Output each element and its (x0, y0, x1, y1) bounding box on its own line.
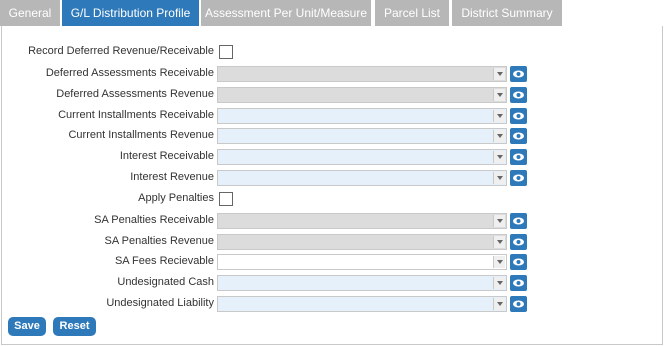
reset-button[interactable]: Reset (53, 317, 96, 336)
tab-bar: General G/L Distribution Profile Assessm… (0, 0, 664, 26)
row-undesignated-cash: Undesignated Cash (0, 275, 664, 291)
eye-icon[interactable] (510, 87, 527, 103)
eye-icon[interactable] (510, 275, 527, 291)
interest-receivable-label: Interest Receivable (119, 150, 214, 162)
tab-parcel-list[interactable]: Parcel List (375, 0, 449, 26)
sa-penalties-revenue-label: SA Penalties Revenue (104, 235, 214, 247)
apply-penalties-checkbox[interactable] (219, 192, 233, 206)
current-installments-receivable-select[interactable] (217, 108, 507, 124)
interest-revenue-label: Interest Revenue (130, 171, 214, 183)
current-installments-receivable-label: Current Installments Receivable (58, 109, 214, 121)
row-current-installments-receivable: Current Installments Receivable (0, 108, 664, 124)
eye-icon[interactable] (510, 254, 527, 270)
sa-fees-receivable-label: SA Fees Recievable (114, 255, 214, 267)
deferred-assessments-revenue-label: Deferred Assessments Revenue (56, 88, 214, 100)
row-interest-revenue: Interest Revenue (0, 170, 664, 186)
row-apply-penalties: Apply Penalties (0, 191, 664, 207)
row-deferred-assessments-revenue: Deferred Assessments Revenue (0, 87, 664, 103)
sa-penalties-revenue-select[interactable] (217, 234, 507, 250)
deferred-assessments-receivable-label: Deferred Assessments Receivable (45, 67, 214, 79)
sa-penalties-receivable-label: SA Penalties Receivable (94, 214, 214, 226)
chevron-down-icon[interactable] (493, 277, 505, 289)
current-installments-revenue-label: Current Installments Revenue (68, 129, 214, 141)
chevron-down-icon[interactable] (493, 172, 505, 184)
record-deferred-checkbox[interactable] (219, 45, 233, 59)
eye-icon[interactable] (510, 170, 527, 186)
eye-icon[interactable] (510, 296, 527, 312)
chevron-down-icon[interactable] (493, 130, 505, 142)
record-deferred-label: Record Deferred Revenue/Receivable (28, 45, 214, 57)
undesignated-cash-select[interactable] (217, 275, 507, 291)
tab-assessment-per-unit-measure[interactable]: Assessment Per Unit/Measure (201, 0, 371, 26)
deferred-assessments-receivable-select[interactable] (217, 66, 507, 82)
row-sa-penalties-receivable: SA Penalties Receivable (0, 213, 664, 229)
interest-revenue-select[interactable] (217, 170, 507, 186)
apply-penalties-label: Apply Penalties (138, 192, 214, 204)
undesignated-cash-label: Undesignated Cash (117, 276, 214, 288)
save-button[interactable]: Save (8, 317, 46, 336)
row-sa-penalties-revenue: SA Penalties Revenue (0, 234, 664, 250)
interest-receivable-select[interactable] (217, 149, 507, 165)
chevron-down-icon[interactable] (493, 256, 505, 268)
undesignated-liability-label: Undesignated Liability (106, 297, 214, 309)
chevron-down-icon[interactable] (493, 298, 505, 310)
chevron-down-icon[interactable] (493, 236, 505, 248)
eye-icon[interactable] (510, 234, 527, 250)
row-deferred-assessments-receivable: Deferred Assessments Receivable (0, 66, 664, 82)
tab-district-summary[interactable]: District Summary (452, 0, 562, 26)
chevron-down-icon[interactable] (493, 89, 505, 101)
eye-icon[interactable] (510, 108, 527, 124)
eye-icon[interactable] (510, 149, 527, 165)
undesignated-liability-select[interactable] (217, 296, 507, 312)
tab-general[interactable]: General (0, 0, 60, 26)
sa-fees-receivable-select[interactable] (217, 254, 507, 270)
row-record-deferred: Record Deferred Revenue/Receivable (0, 44, 664, 60)
sa-penalties-receivable-select[interactable] (217, 213, 507, 229)
deferred-assessments-revenue-select[interactable] (217, 87, 507, 103)
chevron-down-icon[interactable] (493, 215, 505, 227)
tab-gl-distribution-profile[interactable]: G/L Distribution Profile (62, 0, 199, 26)
row-sa-fees-receivable: SA Fees Recievable (0, 254, 664, 270)
eye-icon[interactable] (510, 66, 527, 82)
eye-icon[interactable] (510, 213, 527, 229)
chevron-down-icon[interactable] (493, 151, 505, 163)
row-interest-receivable: Interest Receivable (0, 149, 664, 165)
row-current-installments-revenue: Current Installments Revenue (0, 128, 664, 144)
chevron-down-icon[interactable] (493, 68, 505, 80)
row-undesignated-liability: Undesignated Liability (0, 296, 664, 312)
chevron-down-icon[interactable] (493, 110, 505, 122)
current-installments-revenue-select[interactable] (217, 128, 507, 144)
eye-icon[interactable] (510, 128, 527, 144)
